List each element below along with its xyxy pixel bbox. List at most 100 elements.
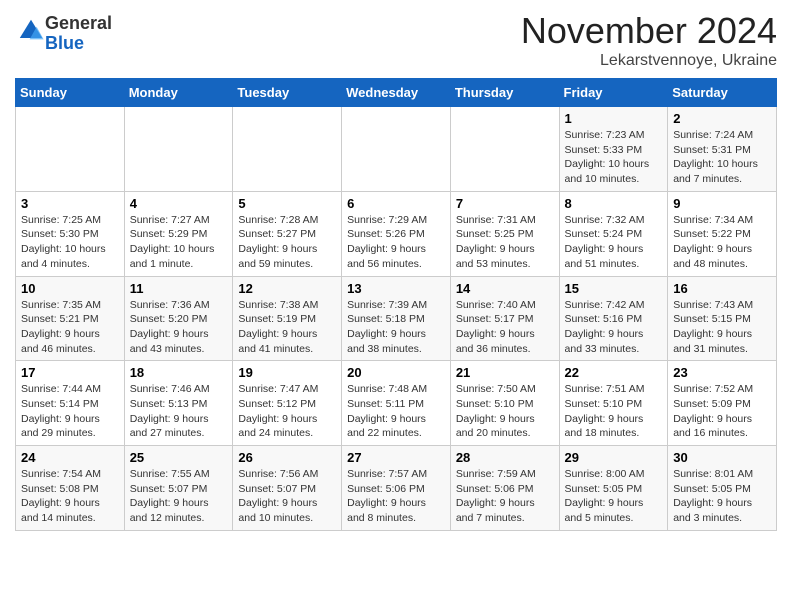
weekday-header-thursday: Thursday [450, 79, 559, 107]
calendar-cell: 21Sunrise: 7:50 AMSunset: 5:10 PMDayligh… [450, 361, 559, 446]
day-number: 7 [456, 196, 554, 211]
day-number: 16 [673, 281, 771, 296]
day-number: 18 [130, 365, 228, 380]
day-number: 17 [21, 365, 119, 380]
calendar-body: 1 Sunrise: 7:23 AMSunset: 5:33 PMDaylight… [16, 107, 777, 531]
day-number: 19 [238, 365, 336, 380]
calendar-cell: 7 Sunrise: 7:31 AMSunset: 5:25 PMDaylight… [450, 191, 559, 276]
calendar-week-3: 10 Sunrise: 7:35 AMSunset: 5:21 PMDayligh… [16, 276, 777, 361]
weekday-header-wednesday: Wednesday [342, 79, 451, 107]
calendar-table: SundayMondayTuesdayWednesdayThursdayFrid… [15, 78, 777, 531]
day-info: Sunrise: 7:59 AMSunset: 5:06 PMDaylight:… [456, 467, 554, 526]
day-number: 24 [21, 450, 119, 465]
calendar-cell: 22 Sunrise: 7:51 AMSunset: 5:10 PMDayligh… [559, 361, 668, 446]
logo-text: General Blue [45, 14, 112, 54]
day-info: Sunrise: 7:36 AMSunset: 5:20 PMDaylight:… [130, 298, 228, 357]
day-info: Sunrise: 7:34 AMSunset: 5:22 PMDaylight:… [673, 213, 771, 272]
day-info: Sunrise: 7:54 AMSunset: 5:08 PMDaylight:… [21, 467, 119, 526]
calendar-cell: 6 Sunrise: 7:29 AMSunset: 5:26 PMDaylight… [342, 191, 451, 276]
calendar-cell: 27 Sunrise: 7:57 AMSunset: 5:06 PMDayligh… [342, 446, 451, 531]
calendar-cell: 18 Sunrise: 7:46 AMSunset: 5:13 PMDayligh… [124, 361, 233, 446]
day-info: Sunrise: 7:23 AMSunset: 5:33 PMDaylight:… [565, 128, 663, 187]
day-info: Sunrise: 7:42 AMSunset: 5:16 PMDaylight:… [565, 298, 663, 357]
day-info: Sunrise: 8:01 AMSunset: 5:05 PMDaylight:… [673, 467, 771, 526]
weekday-header-sunday: Sunday [16, 79, 125, 107]
calendar-cell: 16 Sunrise: 7:43 AMSunset: 5:15 PMDayligh… [668, 276, 777, 361]
day-number: 11 [130, 281, 228, 296]
calendar-cell: 19 Sunrise: 7:47 AMSunset: 5:12 PMDayligh… [233, 361, 342, 446]
day-number: 12 [238, 281, 336, 296]
day-number: 20 [347, 365, 445, 380]
day-info: Sunrise: 7:57 AMSunset: 5:06 PMDaylight:… [347, 467, 445, 526]
calendar-week-2: 3Sunrise: 7:25 AMSunset: 5:30 PMDaylight… [16, 191, 777, 276]
calendar-week-1: 1 Sunrise: 7:23 AMSunset: 5:33 PMDaylight… [16, 107, 777, 192]
calendar-cell: 8Sunrise: 7:32 AMSunset: 5:24 PMDaylight… [559, 191, 668, 276]
day-number: 15 [565, 281, 663, 296]
day-number: 4 [130, 196, 228, 211]
day-number: 29 [565, 450, 663, 465]
calendar-cell: 3Sunrise: 7:25 AMSunset: 5:30 PMDaylight… [16, 191, 125, 276]
day-info: Sunrise: 7:47 AMSunset: 5:12 PMDaylight:… [238, 382, 336, 441]
calendar-cell [342, 107, 451, 192]
day-info: Sunrise: 7:56 AMSunset: 5:07 PMDaylight:… [238, 467, 336, 526]
day-info: Sunrise: 7:35 AMSunset: 5:21 PMDaylight:… [21, 298, 119, 357]
day-info: Sunrise: 7:52 AMSunset: 5:09 PMDaylight:… [673, 382, 771, 441]
day-number: 26 [238, 450, 336, 465]
logo: General Blue [15, 14, 112, 54]
month-title: November 2024 [521, 10, 777, 52]
day-info: Sunrise: 7:25 AMSunset: 5:30 PMDaylight:… [21, 213, 119, 272]
calendar-cell: 13 Sunrise: 7:39 AMSunset: 5:18 PMDayligh… [342, 276, 451, 361]
calendar-cell: 17 Sunrise: 7:44 AMSunset: 5:14 PMDayligh… [16, 361, 125, 446]
calendar-cell: 26 Sunrise: 7:56 AMSunset: 5:07 PMDayligh… [233, 446, 342, 531]
day-info: Sunrise: 7:55 AMSunset: 5:07 PMDaylight:… [130, 467, 228, 526]
day-info: Sunrise: 7:28 AMSunset: 5:27 PMDaylight:… [238, 213, 336, 272]
calendar-cell: 20 Sunrise: 7:48 AMSunset: 5:11 PMDayligh… [342, 361, 451, 446]
weekday-header-tuesday: Tuesday [233, 79, 342, 107]
calendar-cell: 24 Sunrise: 7:54 AMSunset: 5:08 PMDayligh… [16, 446, 125, 531]
location-subtitle: Lekarstvennoye, Ukraine [521, 52, 777, 70]
day-info: Sunrise: 8:00 AMSunset: 5:05 PMDaylight:… [565, 467, 663, 526]
calendar-cell: 14 Sunrise: 7:40 AMSunset: 5:17 PMDayligh… [450, 276, 559, 361]
day-number: 10 [21, 281, 119, 296]
calendar-week-5: 24 Sunrise: 7:54 AMSunset: 5:08 PMDayligh… [16, 446, 777, 531]
day-info: Sunrise: 7:46 AMSunset: 5:13 PMDaylight:… [130, 382, 228, 441]
calendar-cell: 10 Sunrise: 7:35 AMSunset: 5:21 PMDayligh… [16, 276, 125, 361]
calendar-cell: 29 Sunrise: 8:00 AMSunset: 5:05 PMDayligh… [559, 446, 668, 531]
day-info: Sunrise: 7:48 AMSunset: 5:11 PMDaylight:… [347, 382, 445, 441]
day-number: 1 [565, 111, 663, 126]
day-number: 28 [456, 450, 554, 465]
day-number: 8 [565, 196, 663, 211]
day-number: 27 [347, 450, 445, 465]
day-info: Sunrise: 7:39 AMSunset: 5:18 PMDaylight:… [347, 298, 445, 357]
weekday-header-friday: Friday [559, 79, 668, 107]
day-info: Sunrise: 7:29 AMSunset: 5:26 PMDaylight:… [347, 213, 445, 272]
day-info: Sunrise: 7:51 AMSunset: 5:10 PMDaylight:… [565, 382, 663, 441]
day-number: 14 [456, 281, 554, 296]
day-info: Sunrise: 7:40 AMSunset: 5:17 PMDaylight:… [456, 298, 554, 357]
calendar-cell [124, 107, 233, 192]
day-info: Sunrise: 7:24 AMSunset: 5:31 PMDaylight:… [673, 128, 771, 187]
day-info: Sunrise: 7:43 AMSunset: 5:15 PMDaylight:… [673, 298, 771, 357]
day-number: 5 [238, 196, 336, 211]
day-number: 6 [347, 196, 445, 211]
day-number: 13 [347, 281, 445, 296]
calendar-cell: 12Sunrise: 7:38 AMSunset: 5:19 PMDayligh… [233, 276, 342, 361]
day-number: 30 [673, 450, 771, 465]
day-number: 2 [673, 111, 771, 126]
calendar-cell: 2 Sunrise: 7:24 AMSunset: 5:31 PMDaylight… [668, 107, 777, 192]
calendar-cell: 30 Sunrise: 8:01 AMSunset: 5:05 PMDayligh… [668, 446, 777, 531]
weekday-header-row: SundayMondayTuesdayWednesdayThursdayFrid… [16, 79, 777, 107]
day-number: 9 [673, 196, 771, 211]
calendar-cell [16, 107, 125, 192]
calendar-cell: 11 Sunrise: 7:36 AMSunset: 5:20 PMDayligh… [124, 276, 233, 361]
day-info: Sunrise: 7:44 AMSunset: 5:14 PMDaylight:… [21, 382, 119, 441]
calendar-cell: 25Sunrise: 7:55 AMSunset: 5:07 PMDayligh… [124, 446, 233, 531]
weekday-header-saturday: Saturday [668, 79, 777, 107]
calendar-cell [233, 107, 342, 192]
day-number: 23 [673, 365, 771, 380]
day-number: 22 [565, 365, 663, 380]
calendar-cell: 15 Sunrise: 7:42 AMSunset: 5:16 PMDayligh… [559, 276, 668, 361]
day-info: Sunrise: 7:31 AMSunset: 5:25 PMDaylight:… [456, 213, 554, 272]
calendar-cell: 9 Sunrise: 7:34 AMSunset: 5:22 PMDaylight… [668, 191, 777, 276]
day-info: Sunrise: 7:27 AMSunset: 5:29 PMDaylight:… [130, 213, 228, 272]
